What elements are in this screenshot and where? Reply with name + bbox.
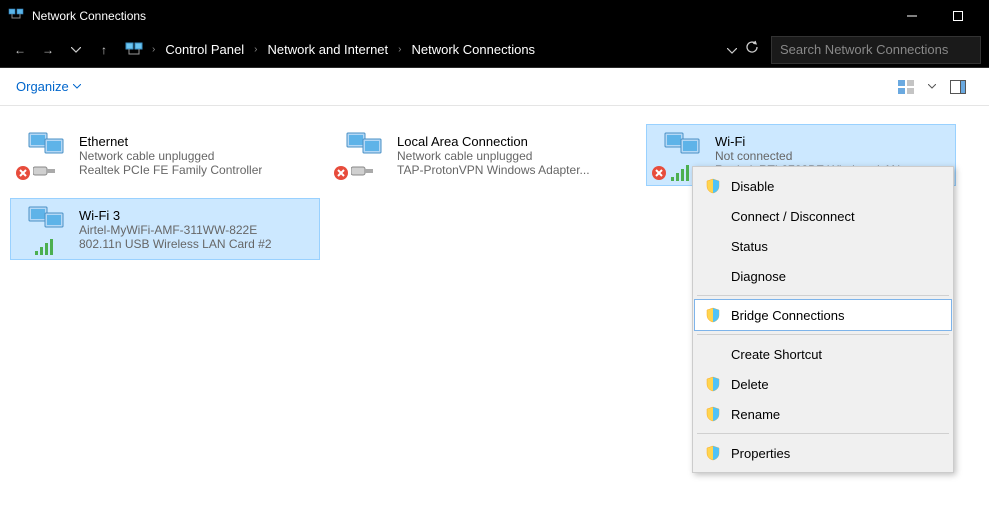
minimize-button[interactable]	[889, 0, 935, 32]
recent-locations-button[interactable]	[64, 36, 88, 64]
menu-separator	[697, 433, 949, 434]
shield-icon	[705, 445, 721, 461]
title-bar: Network Connections	[0, 0, 989, 32]
menu-label: Disable	[731, 179, 774, 194]
breadcrumb-network-connections[interactable]: Network Connections	[412, 42, 536, 57]
signal-icon	[35, 239, 55, 255]
chevron-right-icon: ›	[152, 44, 155, 55]
shield-icon	[705, 406, 721, 422]
chevron-right-icon: ›	[398, 44, 401, 55]
connection-device: TAP-ProtonVPN Windows Adapter...	[397, 163, 590, 177]
menu-diagnose[interactable]: Diagnose	[695, 261, 951, 291]
error-icon	[651, 165, 667, 181]
menu-label: Bridge Connections	[731, 308, 844, 323]
window-title: Network Connections	[32, 9, 889, 23]
menu-label: Status	[731, 239, 768, 254]
content-area: Ethernet Network cable unplugged Realtek…	[0, 106, 989, 511]
up-button[interactable]: ↑	[92, 36, 116, 64]
shield-icon	[705, 307, 721, 323]
error-icon	[15, 165, 31, 181]
app-icon	[8, 8, 24, 24]
breadcrumb-control-panel[interactable]: Control Panel	[165, 42, 244, 57]
back-button[interactable]: ←	[8, 36, 32, 64]
maximize-button[interactable]	[935, 0, 981, 32]
search-input[interactable]: Search Network Connections	[771, 36, 981, 64]
chevron-right-icon: ›	[254, 44, 257, 55]
menu-label: Rename	[731, 407, 780, 422]
menu-separator	[697, 295, 949, 296]
refresh-button[interactable]	[745, 40, 759, 59]
view-dropdown-button[interactable]	[925, 73, 939, 101]
menu-disable[interactable]: Disable	[695, 171, 951, 201]
connection-status: Network cable unplugged	[397, 149, 590, 163]
connection-status: Airtel-MyWiFi-AMF-311WW-822E	[79, 223, 272, 237]
navigation-bar: ← → ↑ › Control Panel › Network and Inte…	[0, 32, 989, 68]
chevron-down-icon	[73, 84, 81, 89]
connection-name: Wi-Fi	[715, 134, 900, 149]
menu-label: Delete	[731, 377, 769, 392]
menu-connect-disconnect[interactable]: Connect / Disconnect	[695, 201, 951, 231]
search-placeholder: Search Network Connections	[780, 42, 948, 57]
menu-label: Properties	[731, 446, 790, 461]
connection-name: Wi-Fi 3	[79, 208, 272, 223]
context-menu: Disable Connect / Disconnect Status Diag…	[692, 166, 954, 473]
menu-properties[interactable]: Properties	[695, 438, 951, 468]
menu-status[interactable]: Status	[695, 231, 951, 261]
wifi-icon	[15, 203, 73, 257]
ethernet-icon	[15, 129, 73, 183]
signal-icon	[671, 165, 691, 181]
shield-icon	[705, 376, 721, 392]
connection-name: Ethernet	[79, 134, 262, 149]
view-options-button[interactable]	[891, 73, 921, 101]
breadcrumb-network-internet[interactable]: Network and Internet	[267, 42, 388, 57]
menu-delete[interactable]: Delete	[695, 369, 951, 399]
preview-pane-button[interactable]	[943, 73, 973, 101]
location-icon	[124, 40, 144, 60]
ethernet-icon	[333, 129, 391, 183]
shield-icon	[705, 178, 721, 194]
menu-label: Diagnose	[731, 269, 786, 284]
address-breadcrumb[interactable]: › Control Panel › Network and Internet ›…	[152, 42, 723, 57]
menu-separator	[697, 334, 949, 335]
connection-status: Not connected	[715, 149, 900, 163]
connection-device: 802.11n USB Wireless LAN Card #2	[79, 237, 272, 251]
menu-rename[interactable]: Rename	[695, 399, 951, 429]
connection-status: Network cable unplugged	[79, 149, 262, 163]
organize-button[interactable]: Organize	[16, 79, 81, 94]
connection-name: Local Area Connection	[397, 134, 590, 149]
connection-local-area[interactable]: Local Area Connection Network cable unpl…	[328, 124, 638, 186]
menu-bridge-connections[interactable]: Bridge Connections	[695, 300, 951, 330]
connection-ethernet[interactable]: Ethernet Network cable unplugged Realtek…	[10, 124, 320, 186]
menu-create-shortcut[interactable]: Create Shortcut	[695, 339, 951, 369]
forward-button[interactable]: →	[36, 36, 60, 64]
error-icon	[333, 165, 349, 181]
address-dropdown-icon[interactable]	[727, 41, 737, 59]
connection-wifi-3[interactable]: Wi-Fi 3 Airtel-MyWiFi-AMF-311WW-822E 802…	[10, 198, 320, 260]
menu-label: Connect / Disconnect	[731, 209, 855, 224]
connection-device: Realtek PCIe FE Family Controller	[79, 163, 262, 177]
organize-label: Organize	[16, 79, 69, 94]
command-bar: Organize	[0, 68, 989, 106]
menu-label: Create Shortcut	[731, 347, 822, 362]
